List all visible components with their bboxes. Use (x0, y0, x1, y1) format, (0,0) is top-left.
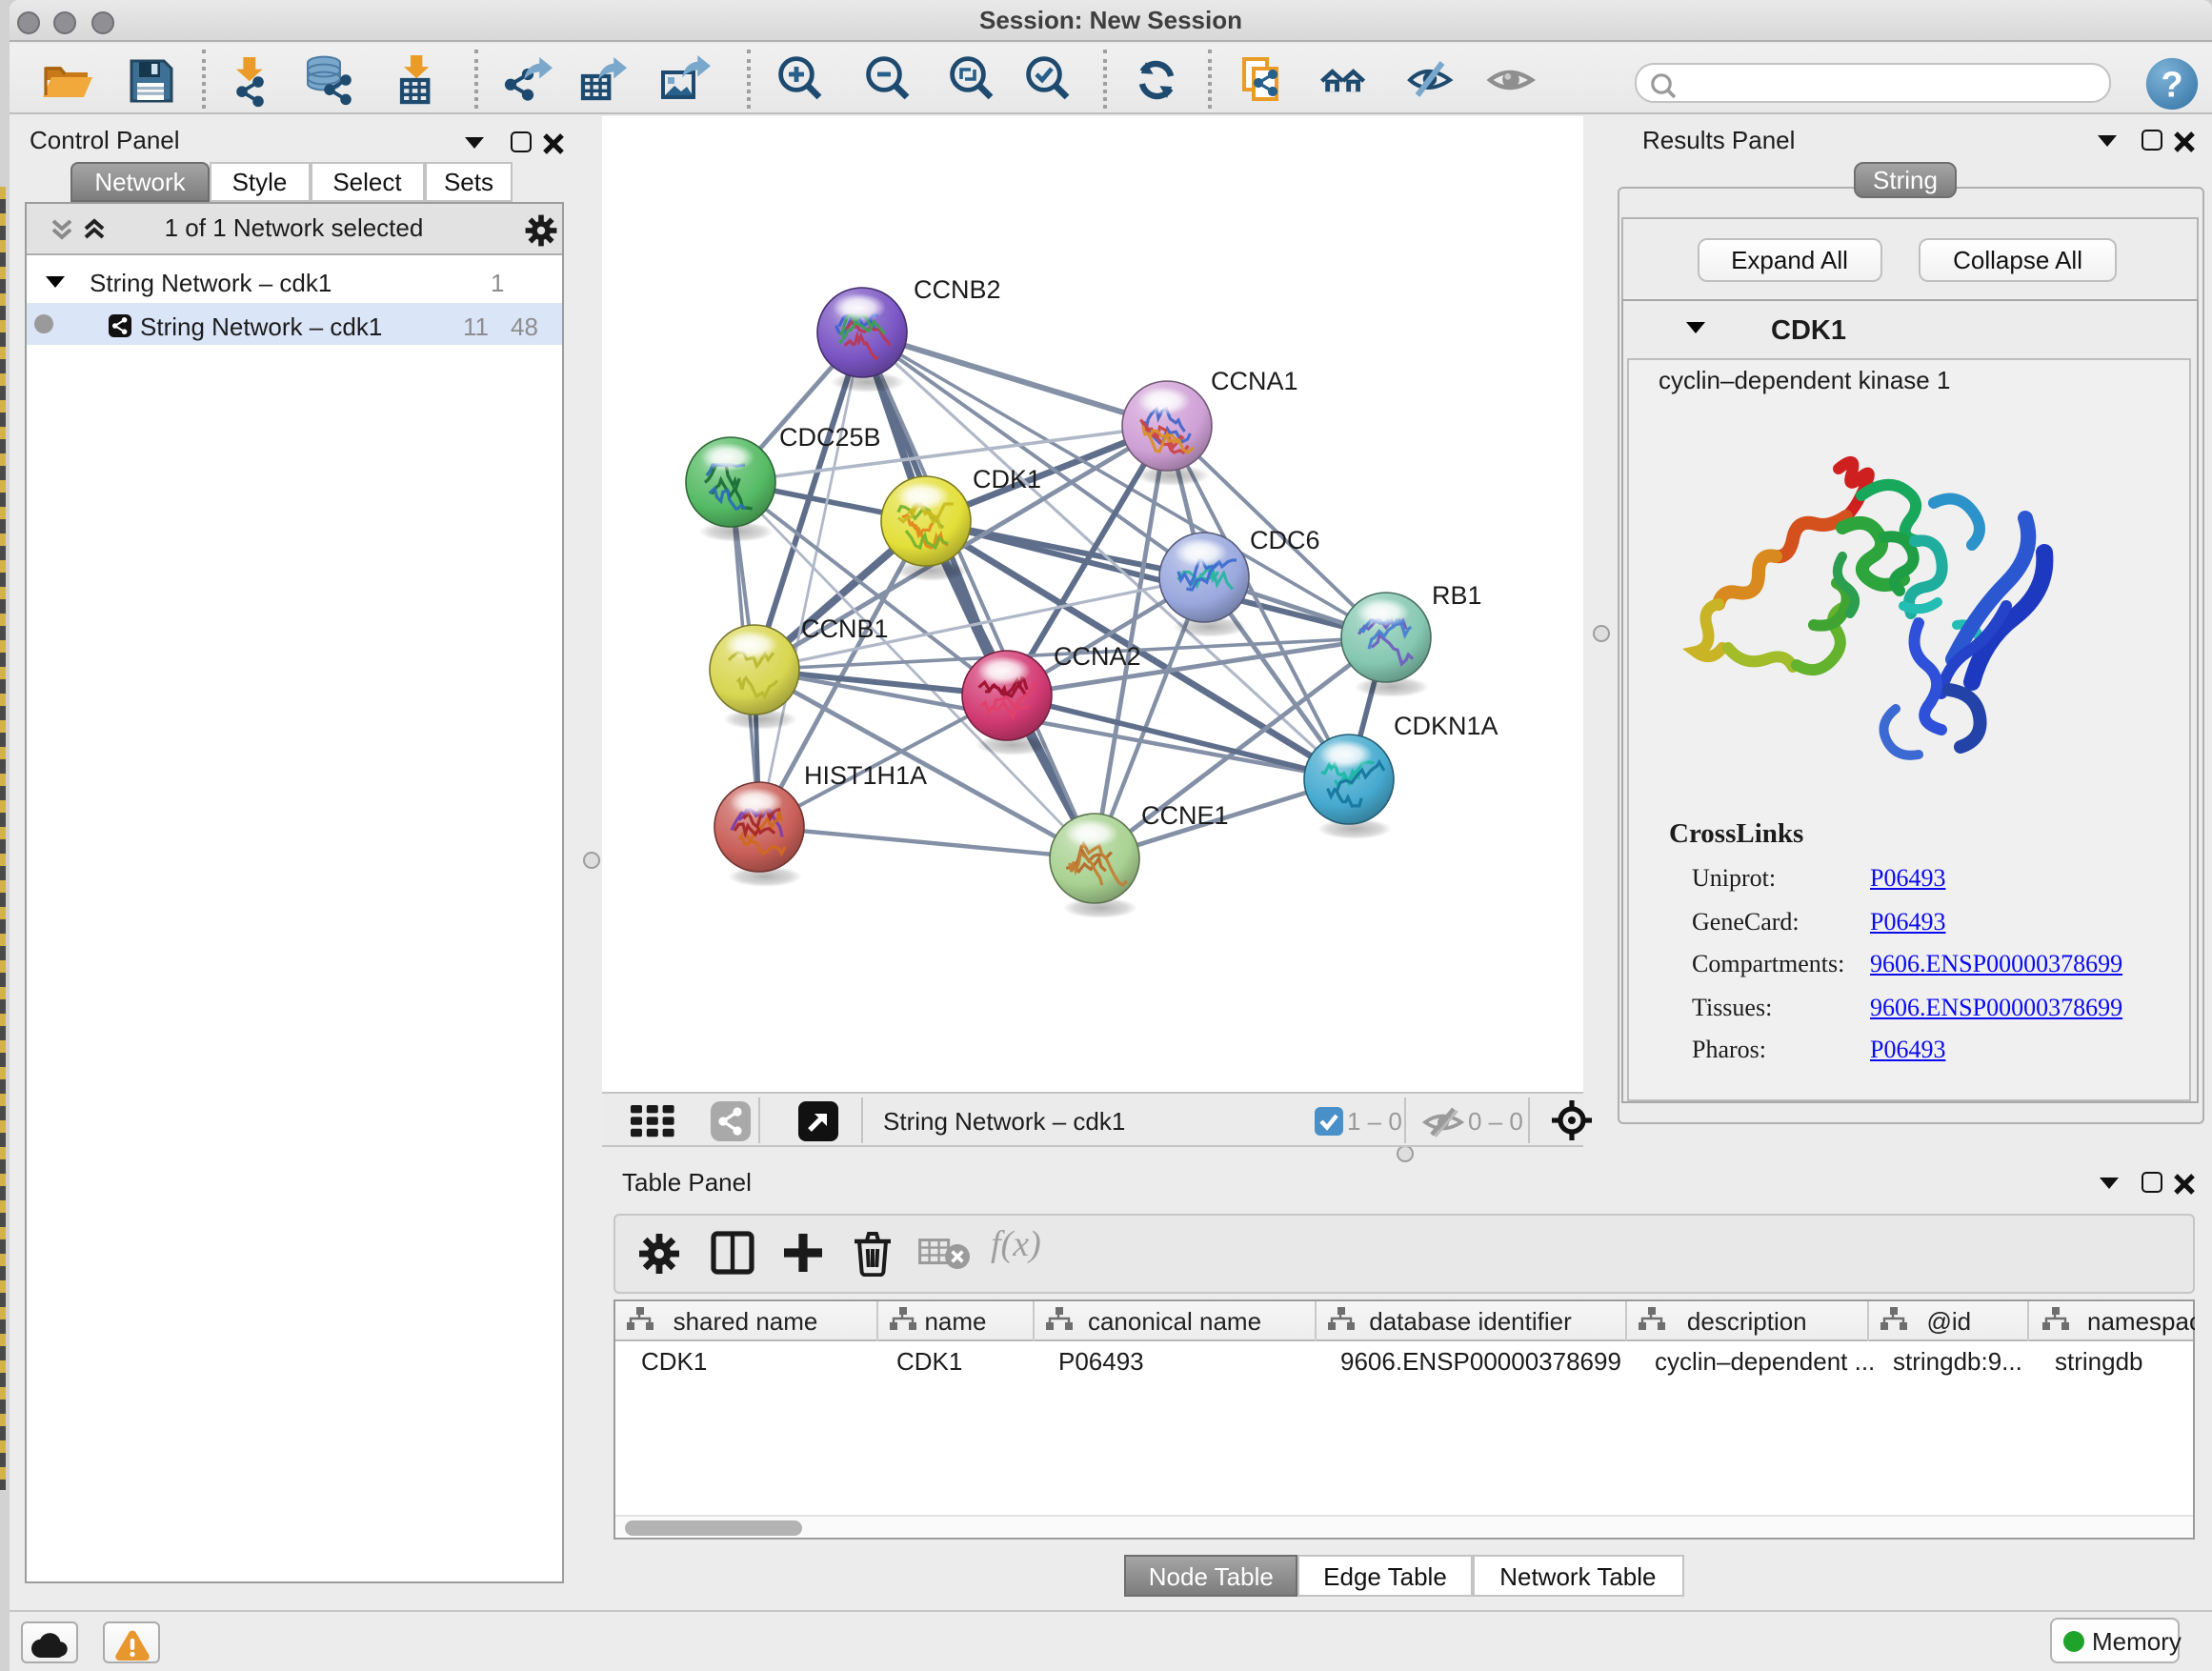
svg-text:CDC25B: CDC25B (778, 423, 880, 452)
svg-text:CCNB1: CCNB1 (800, 614, 888, 643)
svg-text:RB1: RB1 (1431, 581, 1481, 610)
svg-text:?: ? (2161, 65, 2182, 105)
svg-text:HIST1H1A: HIST1H1A (803, 761, 926, 790)
svg-text:CDKN1A: CDKN1A (1393, 712, 1498, 740)
svg-text:CCNE1: CCNE1 (1140, 801, 1228, 830)
svg-text:CDC6: CDC6 (1249, 526, 1319, 554)
svg-text:CDK1: CDK1 (972, 465, 1040, 493)
svg-text:CCNA1: CCNA1 (1210, 367, 1297, 395)
svg-text:CCNB2: CCNB2 (913, 275, 1000, 304)
svg-text:CCNA2: CCNA2 (1053, 642, 1140, 671)
